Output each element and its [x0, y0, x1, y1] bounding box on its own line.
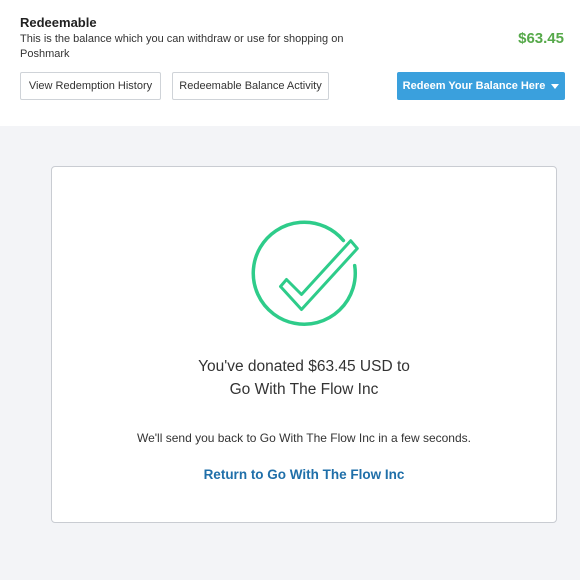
donation-message: You've donated $63.45 USD to Go With The…	[52, 355, 556, 401]
redeem-balance-label: Redeem Your Balance Here	[402, 80, 546, 92]
caret-down-icon	[551, 83, 560, 89]
redeemable-description: This is the balance which you can withdr…	[20, 33, 344, 60]
return-to-organization-link[interactable]: Return to Go With The Flow Inc	[52, 467, 556, 482]
donation-recipient-line: Go With The Flow Inc	[229, 381, 379, 398]
view-redemption-history-button[interactable]: View Redemption History	[20, 72, 161, 100]
redeem-balance-dropdown-button[interactable]: Redeem Your Balance Here	[397, 72, 565, 100]
view-redemption-history-label: View Redemption History	[28, 80, 153, 92]
checkmark-circle-icon	[251, 220, 359, 326]
redeemable-amount: $63.45	[518, 30, 564, 47]
donation-amount-line: You've donated $63.45 USD to	[198, 358, 410, 375]
redirect-note: We'll send you back to Go With The Flow …	[136, 431, 471, 445]
redeemable-panel: Redeemable This is the balance which you…	[0, 0, 580, 126]
redeemable-balance-activity-button[interactable]: Redeemable Balance Activity	[172, 72, 329, 100]
redeemable-title: Redeemable	[20, 15, 97, 30]
redeemable-balance-activity-label: Redeemable Balance Activity	[179, 80, 322, 92]
donation-confirmation-card: You've donated $63.45 USD to Go With The…	[51, 166, 557, 523]
